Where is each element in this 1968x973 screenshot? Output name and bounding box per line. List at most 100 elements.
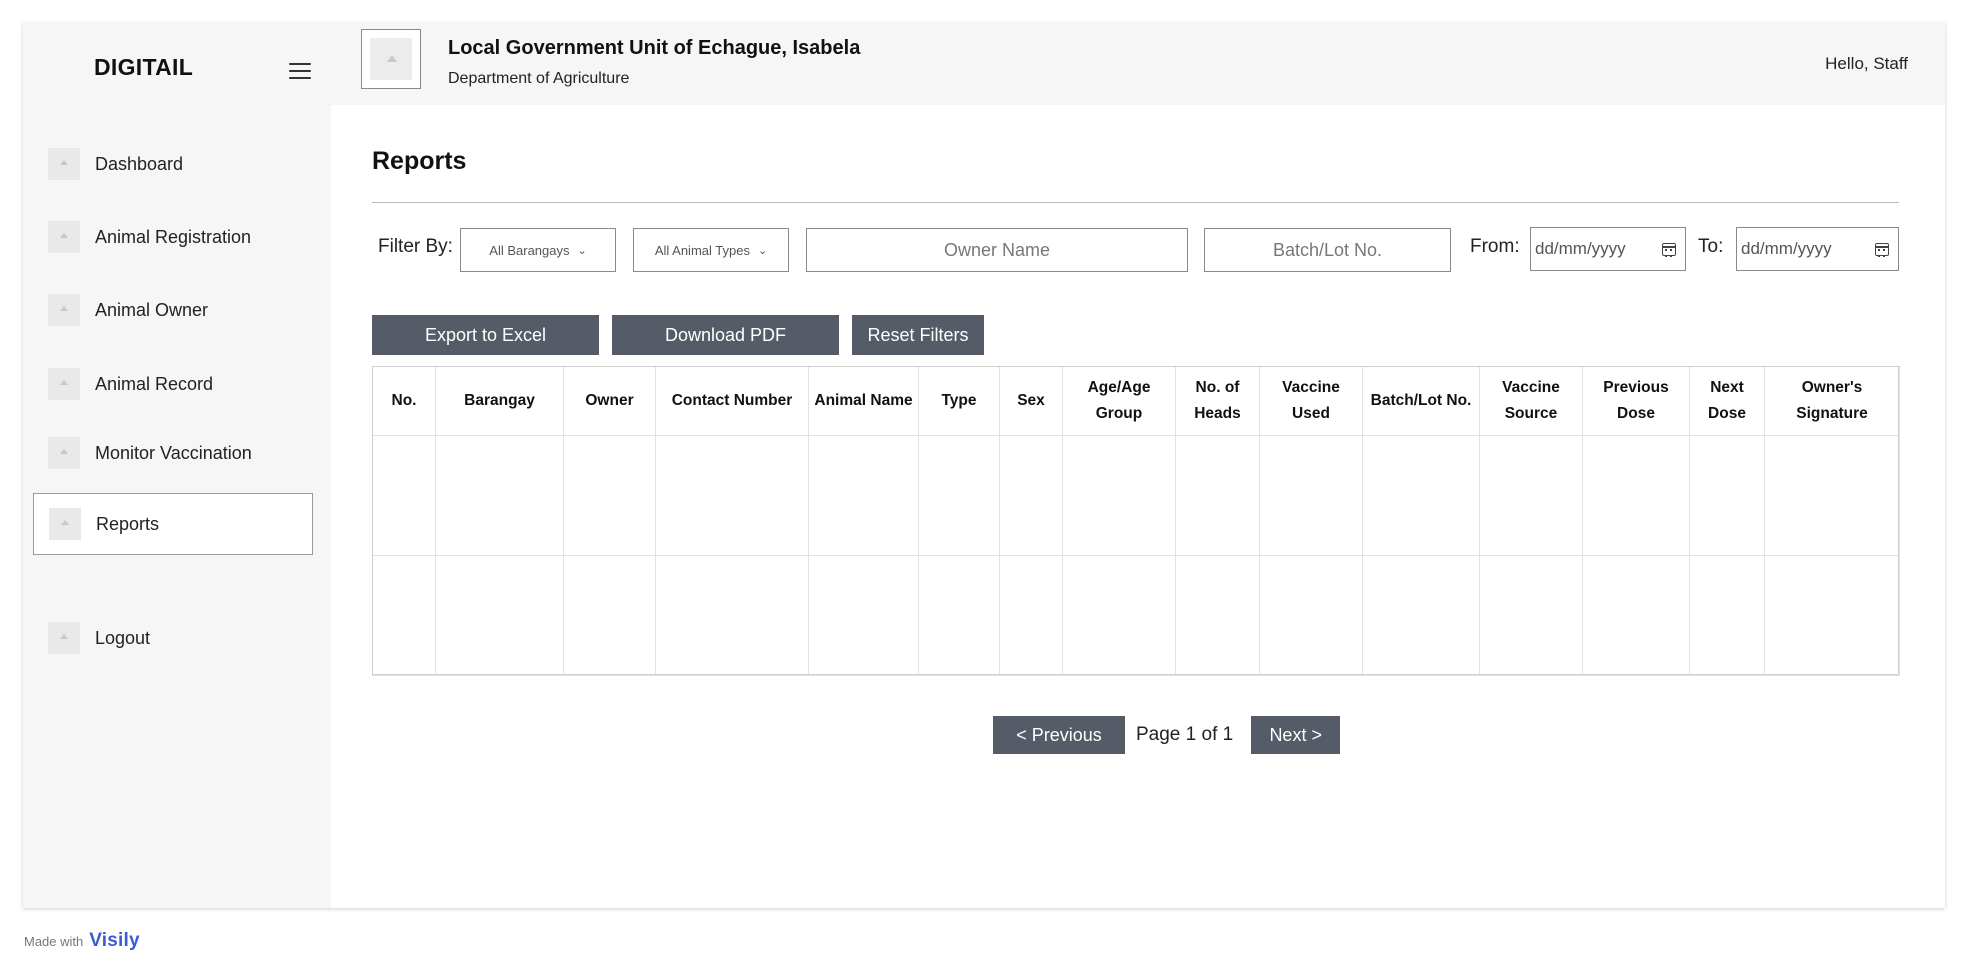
filter-label: Filter By: (378, 236, 453, 257)
org-title: Local Government Unit of Echague, Isabel… (448, 37, 861, 59)
table-cell (435, 435, 564, 556)
calendar-icon[interactable] (1662, 243, 1676, 257)
menu-icon[interactable] (289, 63, 311, 81)
made-with-badge[interactable]: Made with Visily (24, 930, 140, 952)
table-cell (563, 555, 656, 676)
org-subtitle: Department of Agriculture (448, 70, 630, 87)
sidebar-item-animal-record[interactable]: Animal Record (33, 353, 313, 415)
table-cell (999, 555, 1063, 676)
table-cell (1175, 555, 1260, 676)
to-date-input[interactable]: dd/mm/yyyy (1736, 227, 1899, 271)
made-with-label: Made with (24, 933, 84, 949)
table-cell (655, 555, 809, 676)
main-content: Reports Filter By: All Barangays ⌄ All A… (331, 105, 1945, 908)
column-header: Animal Name (808, 366, 919, 436)
org-logo (361, 29, 421, 89)
table-cell (808, 435, 919, 556)
app-window: DIGITAIL Dashboard Animal Registration A… (23, 23, 1945, 908)
barangay-select-value: All Barangays (489, 242, 570, 258)
monitor-vaccination-icon (48, 437, 80, 469)
from-date-input[interactable]: dd/mm/yyyy (1530, 227, 1686, 271)
table-cell (1362, 555, 1480, 676)
sidebar-item-label: Reports (96, 513, 160, 534)
reset-filters-button[interactable]: Reset Filters (852, 315, 984, 355)
sidebar-item-label: Animal Registration (95, 226, 252, 247)
user-greeting: Hello, Staff (1825, 54, 1908, 73)
dashboard-icon (48, 148, 80, 180)
table-cell (435, 555, 564, 676)
table-cell (1582, 555, 1690, 676)
table-cell (1062, 435, 1176, 556)
chevron-down-icon: ⌄ (757, 244, 768, 257)
owner-name-input[interactable] (806, 228, 1188, 272)
top-header: Local Government Unit of Echague, Isabel… (331, 23, 1945, 105)
table-cell (1259, 435, 1363, 556)
sidebar: DIGITAIL Dashboard Animal Registration A… (23, 23, 331, 908)
barangay-select[interactable]: All Barangays ⌄ (460, 228, 616, 272)
column-header: Contact Number (655, 366, 809, 436)
column-header: No. of Heads (1175, 366, 1260, 436)
table-header-row: No. Barangay Owner Contact Number Animal… (372, 366, 1900, 436)
animal-record-icon (48, 368, 80, 400)
to-date-label: To: (1698, 236, 1724, 257)
column-header: Age/Age Group (1062, 366, 1176, 436)
sidebar-item-label: Logout (95, 627, 151, 648)
table-row (372, 435, 1900, 556)
table-cell (1479, 555, 1583, 676)
table-cell (1175, 435, 1260, 556)
table-cell (1259, 555, 1363, 676)
table-cell (1582, 435, 1690, 556)
download-pdf-button[interactable]: Download PDF (612, 315, 839, 355)
column-header: Owner's Signature (1764, 366, 1900, 436)
table-cell (1689, 555, 1765, 676)
sidebar-item-logout[interactable]: Logout (33, 607, 313, 669)
table-cell (1479, 435, 1583, 556)
column-header: Owner (563, 366, 656, 436)
table-row (372, 555, 1900, 676)
reports-icon (49, 508, 81, 540)
animal-type-select-value: All Animal Types (654, 242, 750, 258)
app-brand: DIGITAIL (94, 54, 194, 80)
chevron-down-icon: ⌄ (577, 244, 587, 257)
column-header: Batch/Lot No. (1362, 366, 1480, 436)
table-cell (372, 555, 436, 676)
column-header: No. (372, 366, 436, 436)
column-header: Vaccine Source (1479, 366, 1583, 436)
logout-icon (48, 622, 80, 654)
table-cell (808, 555, 919, 676)
export-excel-button[interactable]: Export to Excel (372, 315, 599, 355)
from-date-label: From: (1470, 236, 1520, 257)
sidebar-item-label: Animal Owner (95, 299, 209, 320)
title-divider (372, 202, 1899, 203)
sidebar-item-animal-owner[interactable]: Animal Owner (33, 279, 313, 341)
table-cell (1689, 435, 1765, 556)
table-cell (1764, 555, 1900, 676)
table-cell (563, 435, 656, 556)
page-indicator: Page 1 of 1 (1136, 724, 1234, 745)
table-cell (1362, 435, 1480, 556)
sidebar-item-label: Dashboard (95, 153, 184, 174)
visily-logo: Visily (89, 930, 140, 951)
animal-owner-icon (48, 294, 80, 326)
calendar-icon[interactable] (1875, 243, 1889, 257)
sidebar-item-animal-registration[interactable]: Animal Registration (33, 206, 313, 268)
table-cell (1764, 435, 1900, 556)
table-cell (999, 435, 1063, 556)
table-cell (1062, 555, 1176, 676)
sidebar-item-label: Monitor Vaccination (95, 442, 252, 463)
sidebar-item-reports[interactable]: Reports (33, 493, 313, 555)
sidebar-item-dashboard[interactable]: Dashboard (33, 133, 313, 195)
previous-page-button[interactable]: < Previous (993, 716, 1125, 754)
from-date-value: dd/mm/yyyy (1535, 239, 1626, 258)
table-cell (372, 435, 436, 556)
animal-registration-icon (48, 221, 80, 253)
batch-lot-input[interactable] (1204, 228, 1451, 272)
animal-type-select[interactable]: All Animal Types ⌄ (633, 228, 789, 272)
next-page-button[interactable]: Next > (1251, 716, 1341, 754)
column-header: Sex (999, 366, 1063, 436)
table-cell (918, 555, 1000, 676)
table-cell (655, 435, 809, 556)
to-date-value: dd/mm/yyyy (1741, 239, 1832, 258)
sidebar-item-monitor-vaccination[interactable]: Monitor Vaccination (33, 422, 313, 484)
table-cell (918, 435, 1000, 556)
